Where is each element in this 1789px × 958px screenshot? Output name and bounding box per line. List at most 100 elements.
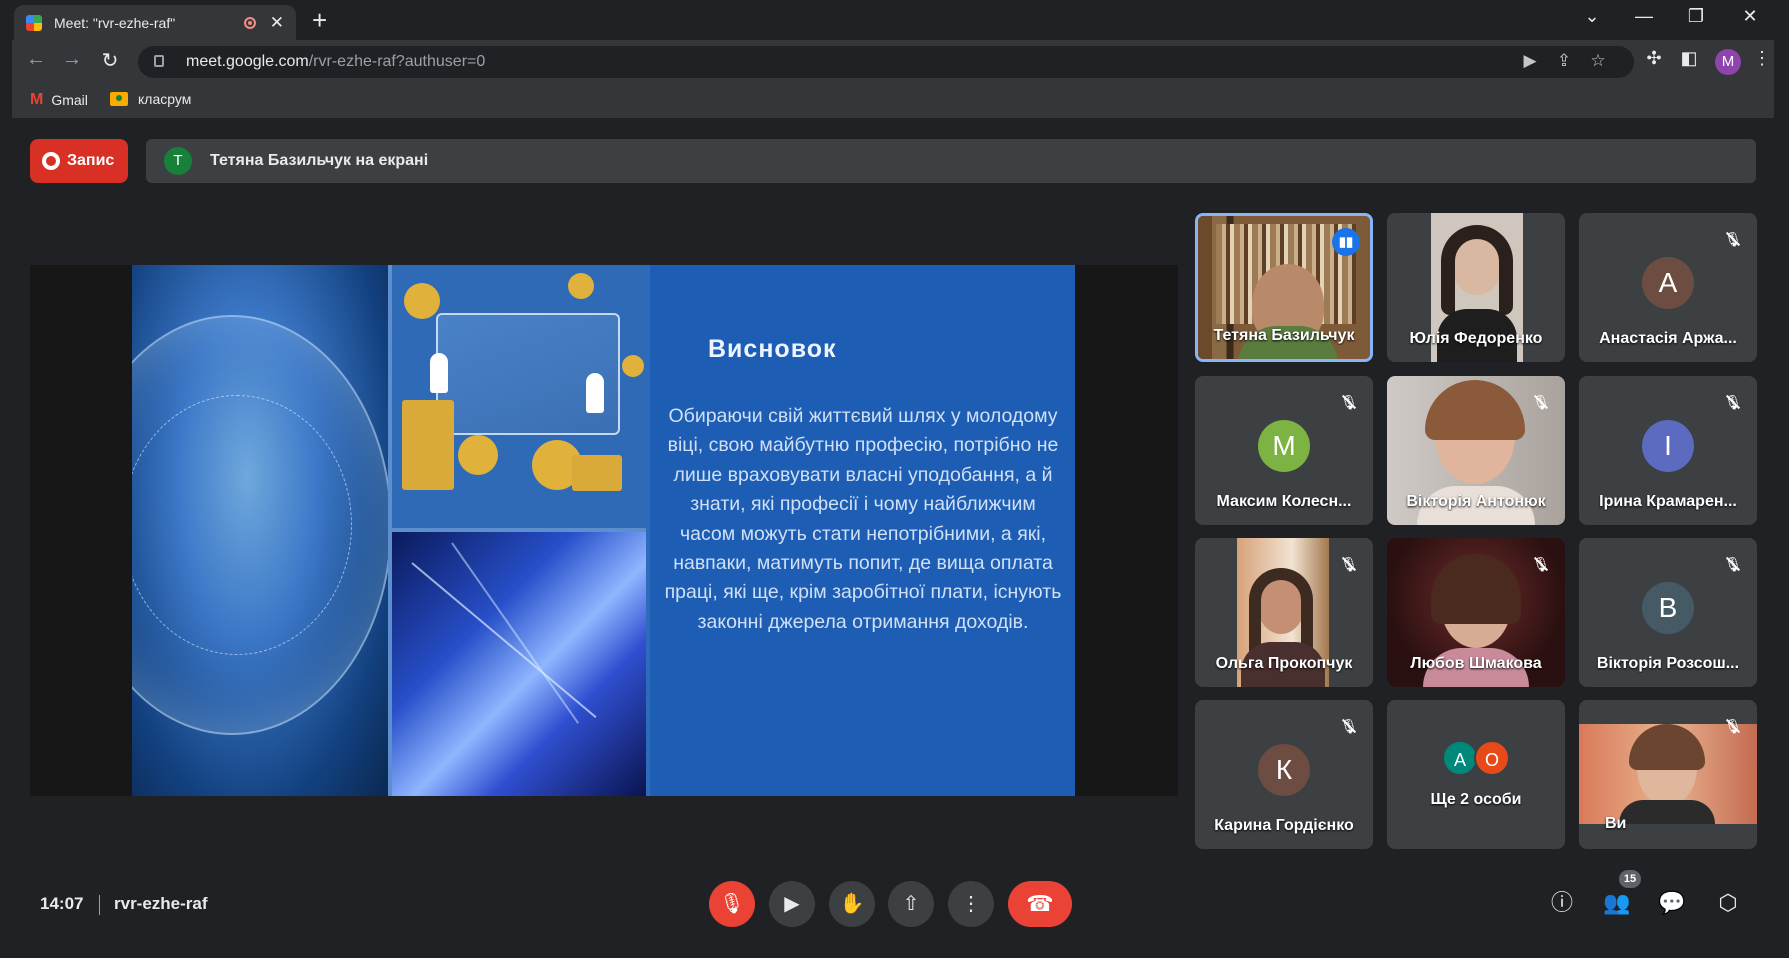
slide-body: Обираючи свій життєвий шлях у молодому в… <box>664 405 1062 633</box>
gmail-icon: M <box>30 91 44 108</box>
browser-toolbar: ← → ↻ meet.google.com/rvr-ezhe-raf?authu… <box>12 40 1774 84</box>
bookmark-gmail[interactable]: M Gmail <box>30 91 88 109</box>
mic-off-icon: 🎙 <box>719 893 745 915</box>
hangup-icon: ☎ <box>1026 891 1054 916</box>
participant-avatar: В <box>1642 582 1694 634</box>
participant-name: Вікторія Антонюк <box>1406 493 1546 510</box>
participant-avatar: І <box>1642 420 1694 472</box>
participant-tile[interactable]: А 🎙 Анастасія Аржа... <box>1579 213 1757 362</box>
meet-window: Запис T Тетяна Базильчук на екрані Виснов… <box>0 118 1789 958</box>
address-bar[interactable]: meet.google.com/rvr-ezhe-raf?authuser=0 … <box>138 46 1634 78</box>
meet-favicon-icon <box>26 14 42 31</box>
mic-off-icon: 🎙 <box>1340 556 1358 572</box>
classroom-icon <box>110 92 128 106</box>
chat-icon[interactable]: 💬 <box>1655 886 1689 920</box>
tab-search-icon[interactable]: ⌄ <box>1572 6 1612 27</box>
camera-icon: ▶ <box>784 893 800 915</box>
mic-toggle-button[interactable]: 🎙 <box>709 881 755 927</box>
minimize-icon[interactable]: — <box>1624 6 1664 27</box>
participant-tile[interactable]: М 🎙 Максим Колесн... <box>1195 376 1373 525</box>
activities-icon[interactable]: ⬡ <box>1711 886 1745 920</box>
mic-off-icon: 🎙 <box>1532 556 1550 572</box>
browser-chrome: Meet: "rvr-ezhe-raf" ✕ + ⌄ — ❐ ✕ ← → ↻ m… <box>0 0 1789 118</box>
forward-icon[interactable]: → <box>58 48 86 71</box>
participant-name: Тетяна Базильчук <box>1213 327 1355 344</box>
participant-tile[interactable]: 🎙 Любов Шмакова <box>1387 538 1565 687</box>
record-icon <box>42 152 60 170</box>
more-participants-label: Ще 2 особи <box>1430 791 1522 808</box>
participant-name: Ви <box>1605 815 1627 832</box>
slide-image-globe <box>132 265 392 796</box>
participant-avatar: К <box>1258 744 1310 796</box>
divider <box>99 895 100 915</box>
participant-name: Любов Шмакова <box>1410 655 1542 672</box>
menu-icon[interactable]: ⋮ <box>1749 48 1775 69</box>
mic-off-icon: 🎙 <box>1724 231 1742 247</box>
meeting-code: rvr-ezhe-raf <box>114 894 208 913</box>
bookmark-star-icon[interactable]: ☆ <box>1586 51 1610 71</box>
participant-tile[interactable]: Юлія Федоренко <box>1387 213 1565 362</box>
participant-tile[interactable]: К 🎙 Карина Гордієнко <box>1195 700 1373 849</box>
participant-name: Карина Гордієнко <box>1214 817 1354 834</box>
tab-title: Meet: "rvr-ezhe-raf" <box>54 14 176 31</box>
mic-off-icon: 🎙 <box>1724 718 1742 734</box>
meeting-time: 14:07 <box>40 894 84 913</box>
participant-name: Максим Колесн... <box>1216 493 1352 510</box>
participant-tile[interactable]: 🎙 Ольга Прокопчук <box>1195 538 1373 687</box>
close-tab-icon[interactable]: ✕ <box>270 13 284 33</box>
slide-image-finance <box>392 265 646 528</box>
more-participants-avatars: А О <box>1387 740 1565 776</box>
more-participants-tile[interactable]: А О Ще 2 особи <box>1387 700 1565 849</box>
camera-toggle-button[interactable]: ▶ <box>769 881 815 927</box>
participant-name: Ірина Крамарен... <box>1599 493 1737 510</box>
share-icon[interactable]: ⇪ <box>1552 51 1576 71</box>
people-count-badge: 15 <box>1619 870 1641 888</box>
bookmarks-bar: M Gmail класрум <box>12 84 1774 118</box>
participant-avatar: А <box>1642 257 1694 309</box>
side-panel-icon[interactable]: ◧ <box>1676 48 1702 69</box>
camera-icon[interactable]: ▶ <box>1518 51 1542 71</box>
participant-tile[interactable]: ▮▮ Тетяна Базильчук <box>1195 213 1373 362</box>
slide-title: Висновок <box>708 335 837 363</box>
self-tile[interactable]: 🎙 Ви <box>1579 700 1757 849</box>
present-screen-icon: ⇧ <box>902 893 920 915</box>
participant-name: Юлія Федоренко <box>1409 330 1543 347</box>
raise-hand-button[interactable]: ✋ <box>829 881 875 927</box>
mic-off-icon: 🎙 <box>1724 394 1742 410</box>
people-icon[interactable]: 👥 <box>1600 886 1634 920</box>
participant-tile[interactable]: В 🎙 Вікторія Розсош... <box>1579 538 1757 687</box>
new-tab-button[interactable]: + <box>312 6 327 34</box>
mic-off-icon: 🎙 <box>1532 394 1550 410</box>
participant-avatar: М <box>1258 420 1310 472</box>
participant-tile[interactable]: І 🎙 Ірина Крамарен... <box>1579 376 1757 525</box>
reload-icon[interactable]: ↻ <box>96 48 124 73</box>
shared-slide: Висновок Обираючи свій життєвий шлях у м… <box>132 265 1075 796</box>
tab-meet[interactable]: Meet: "rvr-ezhe-raf" ✕ <box>14 5 296 40</box>
lock-icon <box>154 55 164 67</box>
slide-image-tech <box>392 532 646 796</box>
restore-icon[interactable]: ❐ <box>1676 6 1716 27</box>
participant-name: Анастасія Аржа... <box>1599 330 1737 347</box>
mic-off-icon: 🎙 <box>1724 556 1742 572</box>
leave-call-button[interactable]: ☎ <box>1008 881 1072 927</box>
speaking-icon: ▮▮ <box>1332 228 1360 256</box>
extensions-icon[interactable]: ✣ <box>1641 48 1667 69</box>
participant-avatar: О <box>1474 740 1510 776</box>
back-icon[interactable]: ← <box>22 48 50 71</box>
bookmark-classroom[interactable]: класрум <box>110 91 191 107</box>
participant-tile[interactable]: 🎙 Вікторія Антонюк <box>1387 376 1565 525</box>
presentation-stage: Висновок Обираючи свій життєвий шлях у м… <box>30 265 1178 796</box>
presenter-banner: T Тетяна Базильчук на екрані <box>146 139 1756 183</box>
profile-avatar[interactable]: M <box>1715 49 1741 75</box>
present-button[interactable]: ⇧ <box>888 881 934 927</box>
participant-avatar: А <box>1442 740 1478 776</box>
recording-indicator-icon <box>243 16 256 29</box>
tab-strip: Meet: "rvr-ezhe-raf" ✕ + ⌄ — ❐ ✕ <box>0 0 1789 40</box>
close-window-icon[interactable]: ✕ <box>1730 6 1770 27</box>
mic-off-icon: 🎙 <box>1340 394 1358 410</box>
participant-name: Ольга Прокопчук <box>1215 655 1353 672</box>
hand-icon: ✋ <box>839 893 865 915</box>
recording-button[interactable]: Запис <box>30 139 128 183</box>
more-options-button[interactable]: ⋮ <box>948 881 994 927</box>
meeting-details-icon[interactable]: ⓘ <box>1545 886 1579 920</box>
